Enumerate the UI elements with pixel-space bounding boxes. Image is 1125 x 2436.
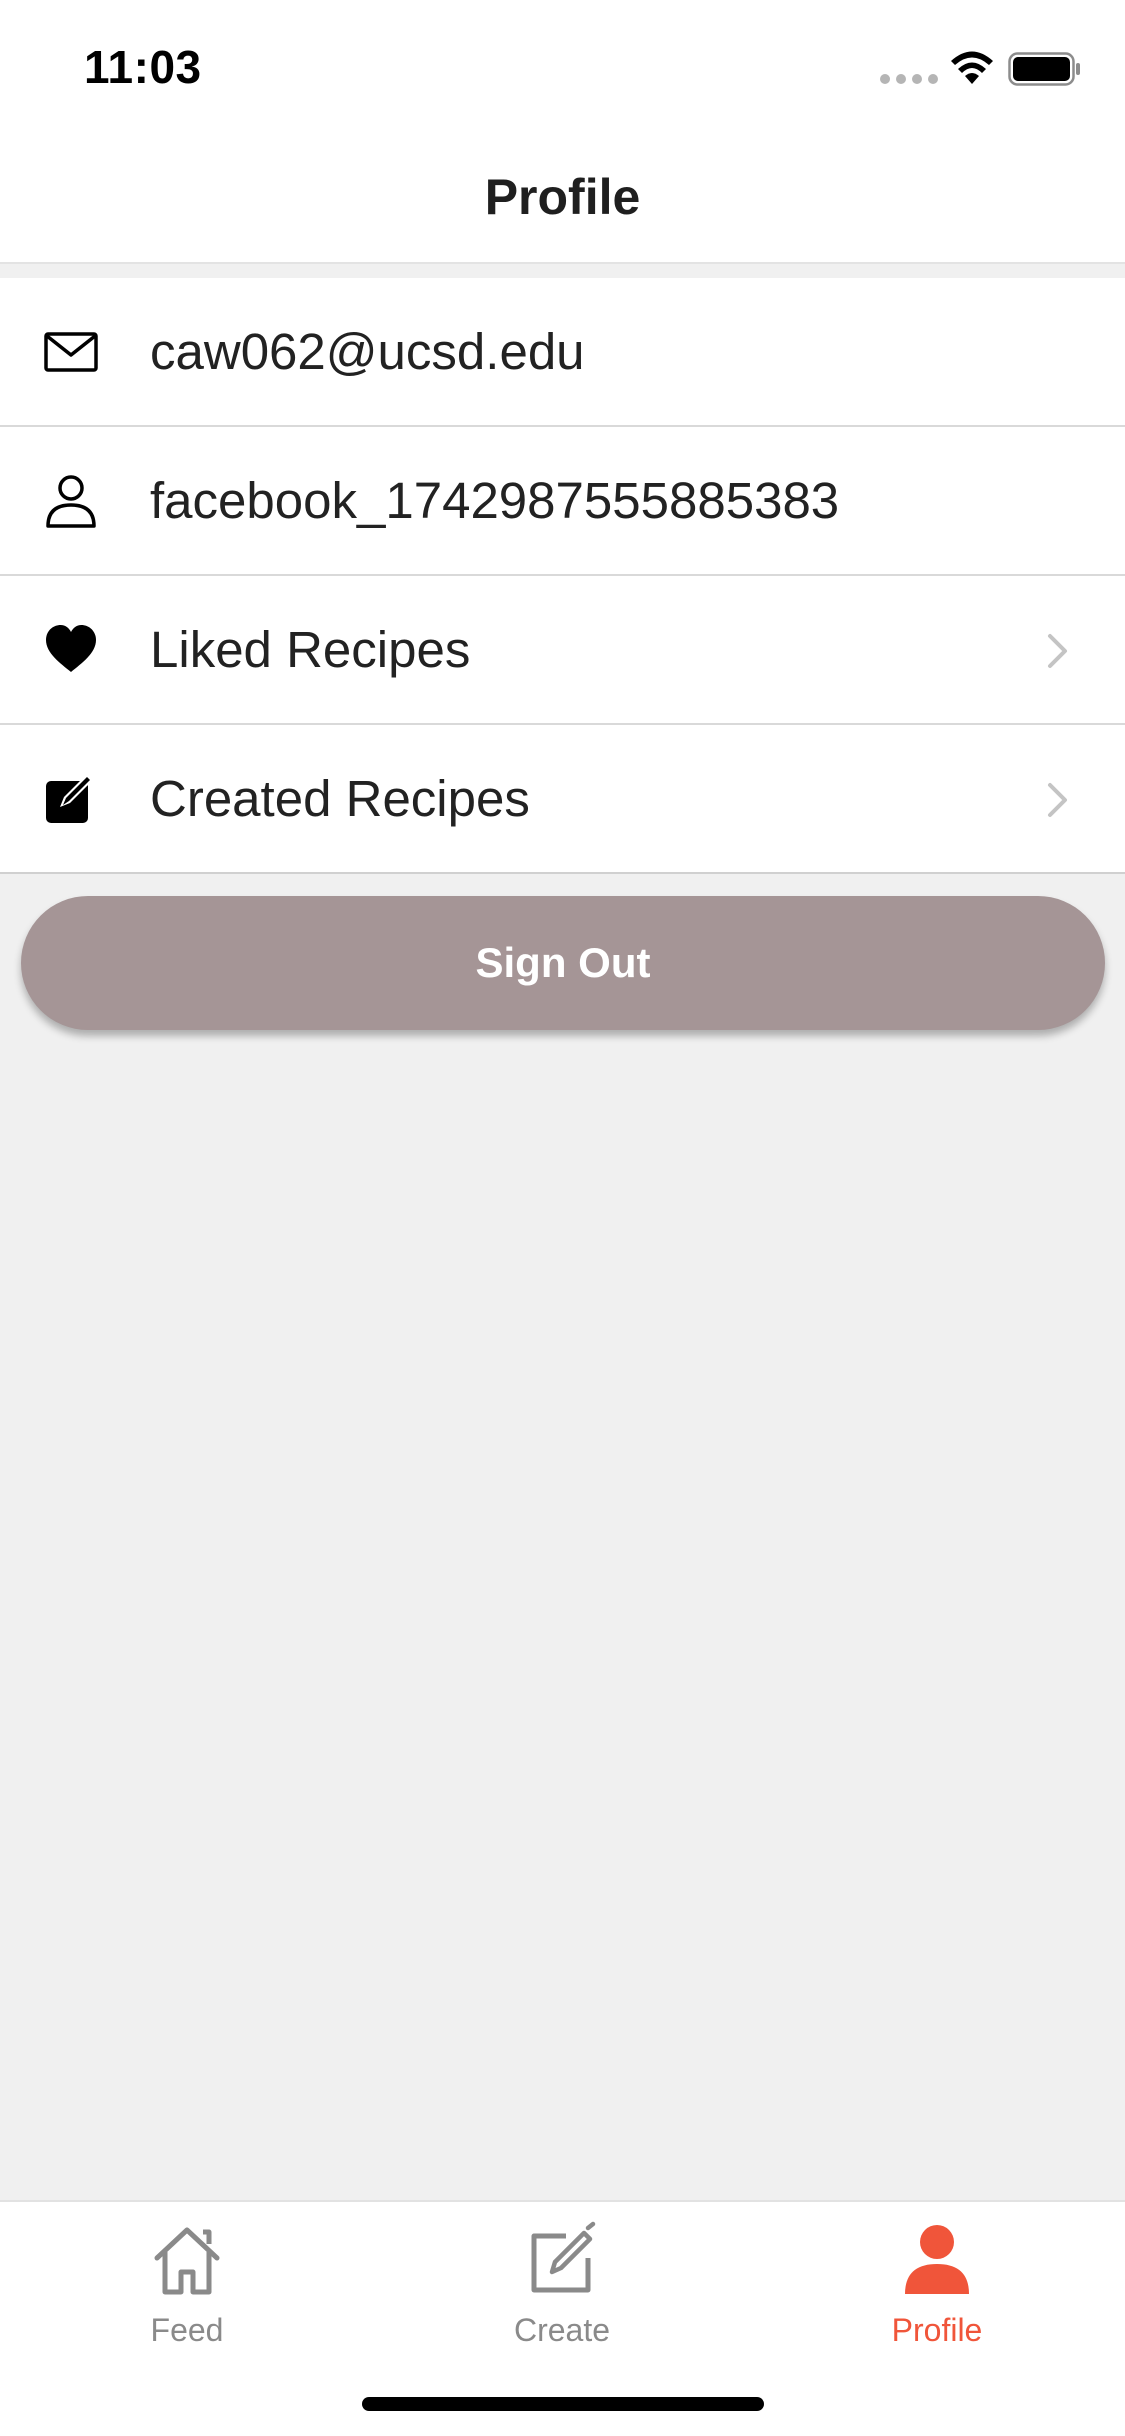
tab-profile[interactable]: Profile xyxy=(837,2220,1037,2370)
person-outline-icon xyxy=(46,475,96,528)
created-recipes-label: Created Recipes xyxy=(150,770,530,827)
tab-feed[interactable]: Feed xyxy=(87,2220,287,2370)
username-row: facebook_1742987555885383 xyxy=(0,427,1125,576)
person-filled-icon xyxy=(905,2225,969,2294)
compose-icon xyxy=(531,2221,596,2293)
chevron-right-icon xyxy=(1048,783,1067,817)
home-indicator xyxy=(362,2397,764,2411)
username-label: facebook_1742987555885383 xyxy=(150,472,840,529)
home-icon xyxy=(154,2227,220,2295)
profile-list: caw062@ucsd.edu facebook_174298755588538… xyxy=(0,278,1125,874)
envelope-icon xyxy=(44,332,98,372)
tab-profile-label: Profile xyxy=(891,2312,983,2348)
page-title: Profile xyxy=(484,169,641,225)
edit-square-icon xyxy=(46,773,94,823)
email-row: caw062@ucsd.edu xyxy=(0,278,1125,427)
tab-feed-label: Feed xyxy=(150,2312,224,2348)
created-recipes-row[interactable]: Created Recipes xyxy=(0,725,1125,874)
heart-icon xyxy=(46,625,96,672)
tab-create[interactable]: Create xyxy=(462,2220,662,2370)
chevron-right-icon xyxy=(1048,634,1067,668)
wifi-icon xyxy=(951,51,993,84)
liked-recipes-label: Liked Recipes xyxy=(150,621,471,678)
status-time: 11:03 xyxy=(84,41,202,93)
signal-dots-icon xyxy=(880,74,938,84)
nav-header: Profile xyxy=(0,136,1125,264)
status-bar: 11:03 xyxy=(0,0,1125,136)
email-label: caw062@ucsd.edu xyxy=(150,323,585,380)
sign-out-button[interactable]: Sign Out xyxy=(21,896,1105,1030)
battery-icon xyxy=(1008,52,1080,86)
liked-recipes-row[interactable]: Liked Recipes xyxy=(0,576,1125,725)
tab-create-label: Create xyxy=(513,2312,611,2348)
